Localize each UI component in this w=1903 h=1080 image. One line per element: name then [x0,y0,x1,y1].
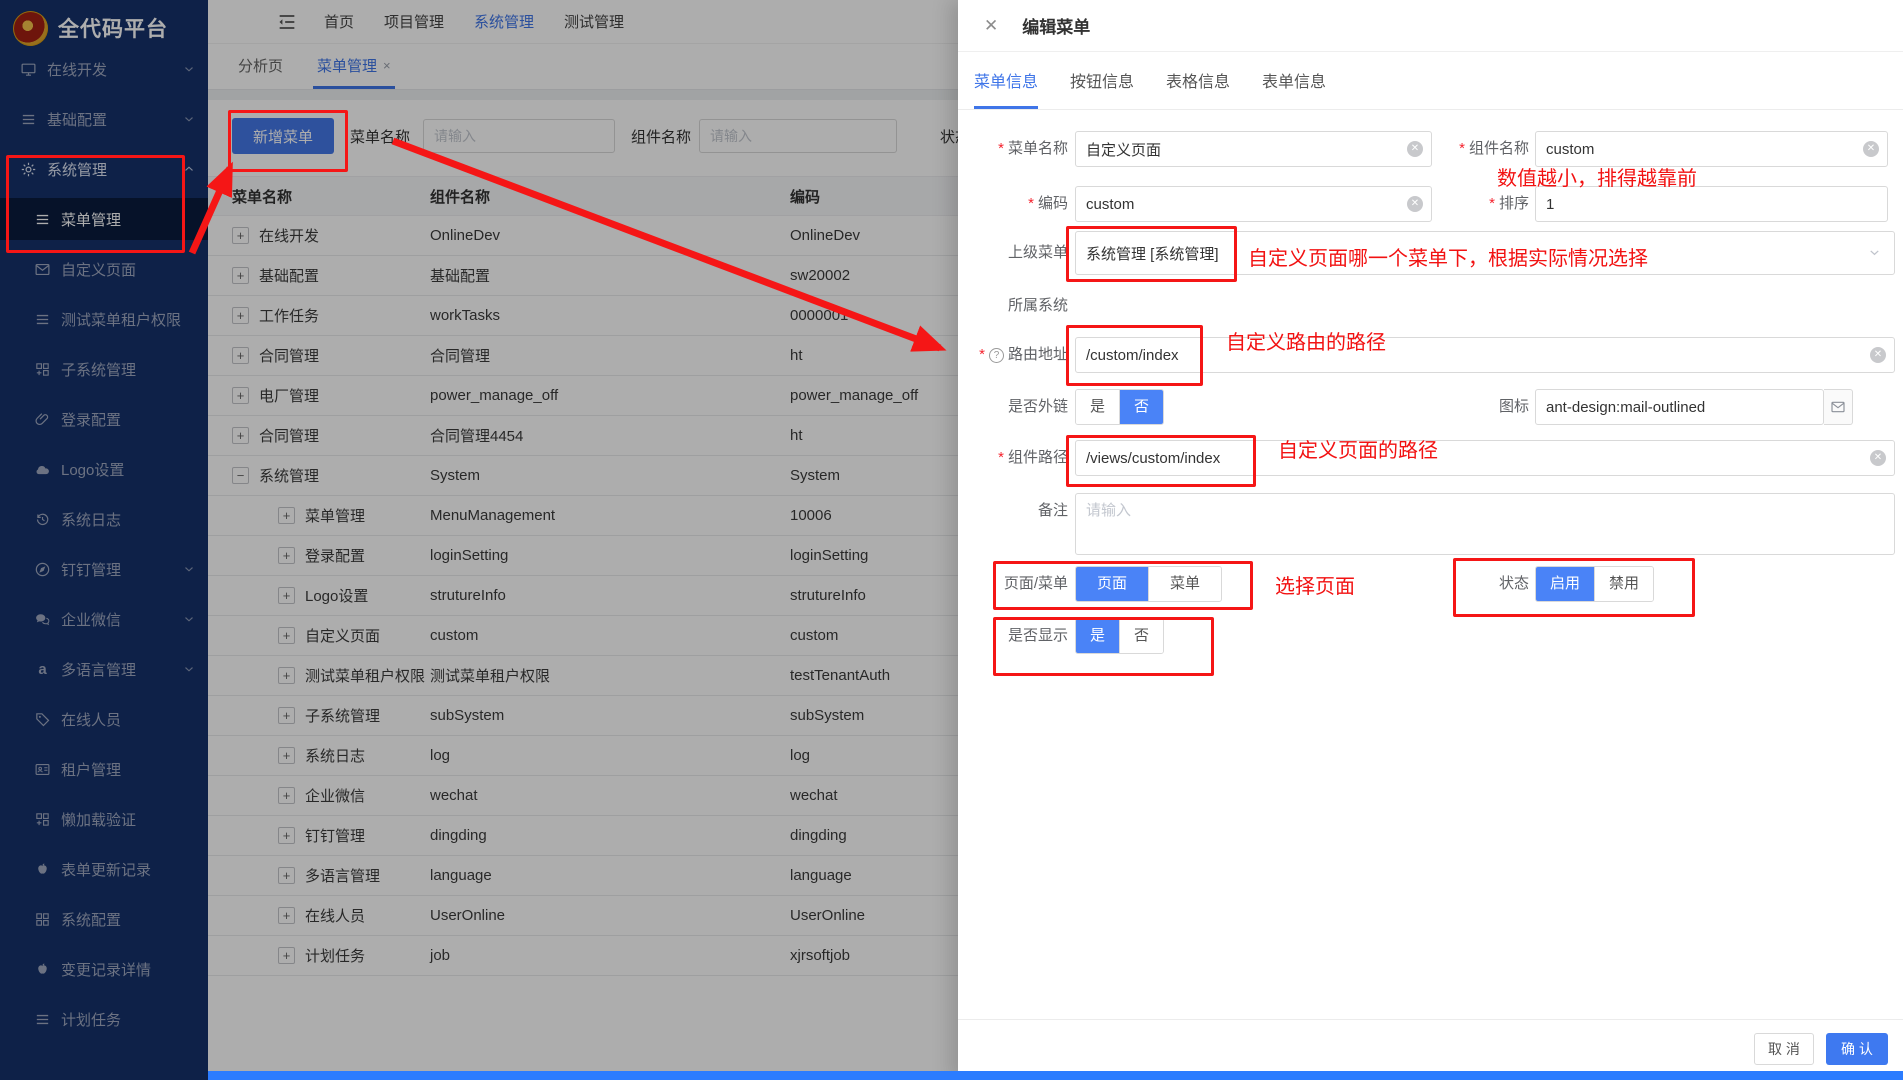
parent-menu-label: 上级菜单 [958,231,1068,267]
route-label: ?路由地址 [930,337,1068,373]
drawer-header: ✕ 编辑菜单 [958,0,1903,52]
cancel-button[interactable]: 取 消 [1754,1033,1814,1065]
drawer-title: 编辑菜单 [1022,13,1090,38]
mail-icon-button[interactable] [1824,389,1853,425]
annotation-box-route [1066,325,1203,386]
sort-input[interactable] [1535,186,1888,222]
code-label: 编码 [958,186,1068,222]
drawer-tabs: 菜单信息 按钮信息 表格信息 表单信息 [958,53,1903,110]
app-root: 全代码平台 在线开发基础配置系统管理菜单管理自定义页面测试菜单租户权限子系统管理… [0,0,1903,1080]
form-row-remark: 备注 [958,493,1903,555]
edit-menu-drawer: ✕ 编辑菜单 菜单信息 按钮信息 表格信息 表单信息 菜单名称 ✕ 组件名称 ✕ [958,0,1903,1080]
close-icon[interactable]: ✕ [984,16,998,36]
form-row-name: 菜单名称 ✕ 组件名称 ✕ [958,131,1903,167]
annotation-box-parent-menu [1066,226,1237,282]
drawer-tab-form-info[interactable]: 表单信息 [1262,53,1326,109]
annotation-box-sidebar [6,155,185,253]
form-row-code: 编码 ✕ 排序 [958,186,1903,222]
annotation-note-page: 选择页面 [1275,570,1355,599]
drawer-tab-table-info[interactable]: 表格信息 [1166,53,1230,109]
external-link-label: 是否外链 [958,389,1068,425]
remark-textarea[interactable] [1075,493,1895,555]
drawer-tab-menu-info[interactable]: 菜单信息 [974,53,1038,109]
confirm-button[interactable]: 确 认 [1826,1033,1888,1065]
annotation-box-add-button [228,110,348,172]
drawer-tab-button-info[interactable]: 按钮信息 [1070,53,1134,109]
drawer-footer-divider [958,1019,1903,1020]
icon-field-label: 图标 [1418,389,1529,425]
annotation-box-page-menu [993,561,1253,610]
annotation-note-route: 自定义路由的路径 [1226,326,1386,355]
horizontal-scrollbar[interactable] [208,1071,1903,1080]
annotation-box-visible [993,617,1214,676]
form-row-system: 所属系统 [958,295,1903,317]
annotation-note-sort: 数值越小，排得越靠前 [1497,162,1697,191]
clear-icon[interactable]: ✕ [1870,347,1886,363]
clear-icon[interactable]: ✕ [1863,141,1879,157]
annotation-box-status [1453,558,1695,617]
belong-system-label: 所属系统 [958,295,1068,317]
sort-label: 排序 [1358,186,1529,222]
annotation-note-path: 自定义页面的路径 [1278,434,1438,463]
annotation-note-parent: 自定义页面哪一个菜单下，根据实际情况选择 [1248,242,1648,271]
component-path-label: 组件路径 [958,440,1068,476]
form-row-external: 是否外链 是 否 图标 [958,389,1903,425]
clear-icon[interactable]: ✕ [1870,450,1886,466]
radio-option-no[interactable]: 否 [1119,390,1163,424]
radio-option-yes[interactable]: 是 [1076,390,1119,424]
menu-name-label: 菜单名称 [958,131,1068,167]
help-icon: ? [989,348,1004,363]
external-link-radio: 是 否 [1075,389,1164,425]
remark-label: 备注 [958,493,1068,529]
chevron-down-icon [1867,245,1882,260]
annotation-box-component-path [1066,435,1256,487]
icon-input[interactable] [1535,389,1824,425]
